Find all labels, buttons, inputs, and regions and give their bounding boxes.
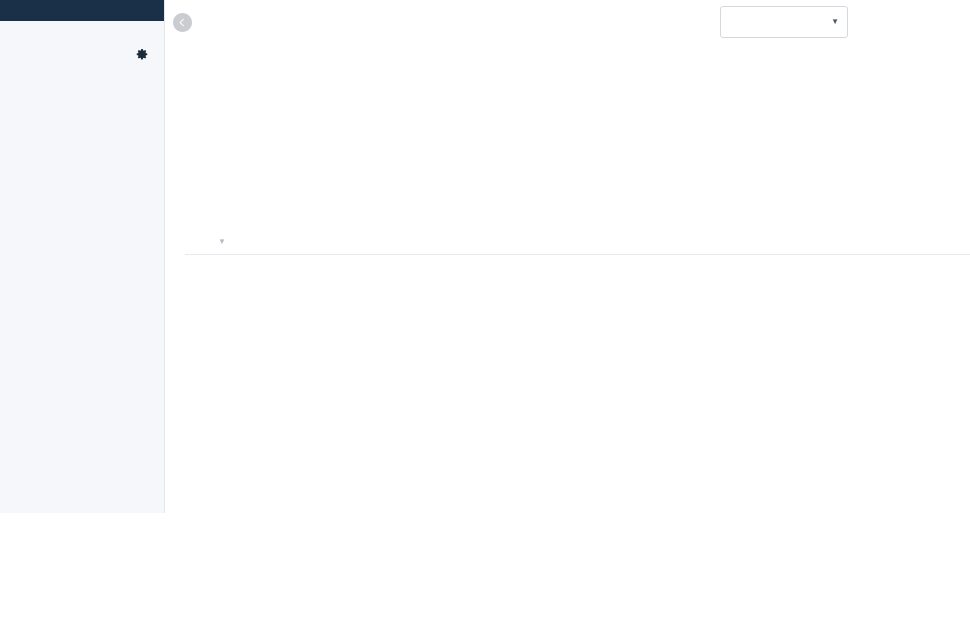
collapse-sidebar-button[interactable] [173,13,192,32]
field-sidebar [0,0,165,629]
main-content: ▼ ▼ [165,0,970,629]
available-fields-header [0,35,164,72]
column-header-time[interactable]: ▼ [185,237,440,246]
chevron-down-icon: ▼ [831,17,839,26]
selected-fields-header [0,21,164,35]
chevron-left-icon [177,17,188,28]
kibana-discover-app: ▼ ▼ [0,0,970,629]
interval-select[interactable]: ▼ [720,6,848,38]
histogram-chart [165,45,970,225]
sidebar-panel [0,0,165,513]
index-pattern-title[interactable] [0,0,164,21]
documents-table: ▼ [165,225,970,255]
gear-icon[interactable] [136,47,148,68]
sort-descending-icon[interactable]: ▼ [218,237,226,246]
table-header-row: ▼ [185,225,970,255]
histogram-svg[interactable] [165,45,970,227]
discover-topbar: ▼ [165,0,970,45]
